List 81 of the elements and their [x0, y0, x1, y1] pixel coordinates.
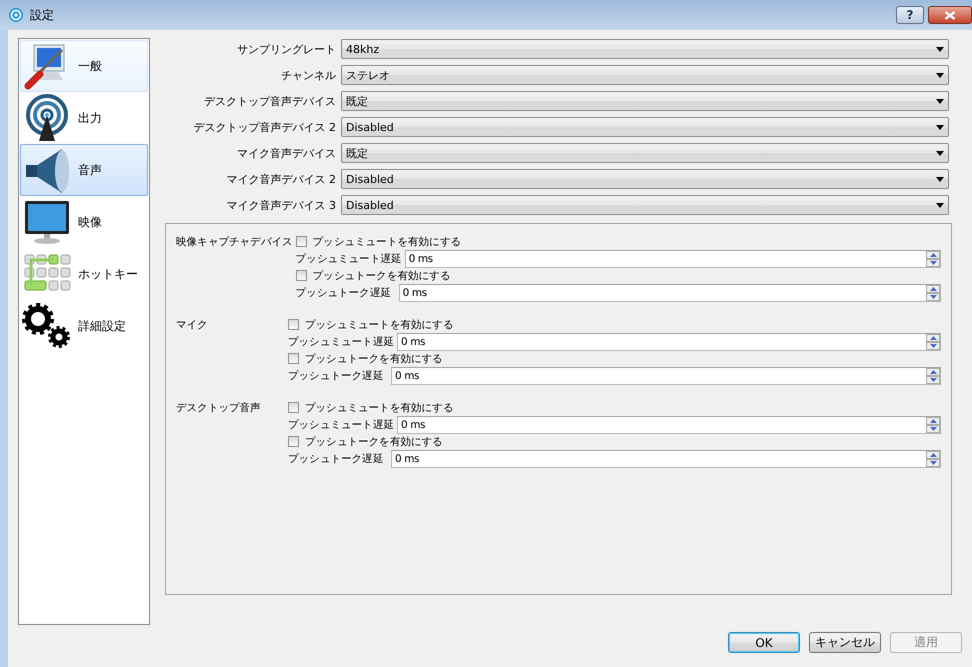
down-arrow-icon: [930, 378, 936, 382]
spin-field[interactable]: 0 ms: [398, 284, 941, 302]
section-label: マイク: [176, 318, 209, 333]
checkbox[interactable]: [288, 436, 299, 447]
field-label: デスクトップ音声デバイス: [203, 94, 336, 108]
spin-up-button[interactable]: [926, 416, 940, 424]
field-label: プッシュミュート遅延: [288, 418, 396, 432]
close-button[interactable]: [928, 6, 972, 24]
checkbox-label: プッシュトークを有効にする: [305, 352, 443, 366]
section-label: 映像キャプチャデバイス: [176, 235, 294, 250]
down-arrow-icon: [930, 294, 936, 298]
spin-field[interactable]: 0 ms: [391, 366, 941, 384]
spin-up-button[interactable]: [926, 250, 940, 258]
checkbox[interactable]: [288, 319, 299, 330]
sidebar-item[interactable]: 一般: [20, 40, 148, 92]
window-title: 設定: [30, 6, 55, 24]
caret-icon: [936, 72, 944, 78]
close-icon: [944, 10, 956, 20]
field-label: マイク音声デバイス 2: [226, 172, 336, 186]
up-arrow-icon: [930, 370, 936, 374]
dropdown[interactable]: Disabled: [341, 169, 949, 189]
caret-icon: [936, 46, 944, 52]
checkbox-label: プッシュミュートを有効にする: [305, 400, 454, 414]
up-arrow-icon: [930, 418, 936, 422]
spin-up-button[interactable]: [926, 450, 940, 458]
spin-up-button[interactable]: [926, 368, 940, 376]
dropdown[interactable]: 既定: [341, 143, 949, 163]
caret-icon: [936, 98, 944, 104]
down-arrow-icon: [930, 344, 936, 348]
field-label: デスクトップ音声デバイス 2: [192, 120, 336, 134]
spin-field[interactable]: 0 ms: [397, 332, 941, 350]
sidebar-item[interactable]: 詳細設定: [20, 300, 148, 352]
field-label: プッシュミュート遅延: [288, 334, 396, 348]
field-label: プッシュトーク遅延: [288, 368, 384, 382]
checkbox-label: プッシュミュートを有効にする: [305, 318, 454, 332]
caret-icon: [936, 150, 944, 156]
caret-icon: [936, 124, 944, 130]
gears-icon: [22, 302, 72, 350]
checkbox-label: プッシュトークを有効にする: [305, 434, 443, 448]
checkbox-label: プッシュトークを有効にする: [312, 268, 450, 282]
sidebar-item[interactable]: 映像: [20, 196, 148, 248]
checkbox[interactable]: [288, 353, 299, 364]
spin-up-button[interactable]: [926, 334, 940, 342]
help-button[interactable]: ?: [896, 6, 924, 24]
spin-field[interactable]: 0 ms: [391, 450, 941, 468]
up-arrow-icon: [930, 452, 936, 456]
sidebar-item[interactable]: ホットキー: [20, 248, 148, 300]
up-arrow-icon: [930, 252, 936, 256]
dropdown[interactable]: 既定: [341, 91, 949, 111]
field-label: プッシュトーク遅延: [288, 452, 384, 466]
dropdown[interactable]: ステレオ: [341, 65, 949, 85]
checkbox-label: プッシュミュートを有効にする: [312, 234, 462, 248]
up-arrow-icon: [930, 336, 936, 340]
field-label: プッシュミュート遅延: [296, 252, 403, 266]
sidebar-item[interactable]: 出力: [20, 92, 148, 144]
dropdown[interactable]: Disabled: [341, 195, 949, 215]
field-label: プッシュトーク遅延: [296, 286, 392, 300]
checkbox[interactable]: [288, 402, 299, 413]
down-arrow-icon: [930, 260, 936, 264]
field-label: マイク音声デバイス 3: [226, 198, 336, 212]
checkbox[interactable]: [296, 236, 307, 247]
spin-field[interactable]: 0 ms: [404, 250, 941, 268]
down-arrow-icon: [930, 426, 936, 430]
caret-icon: [936, 202, 944, 208]
spin-up-button[interactable]: [926, 284, 940, 292]
field-label: マイク音声デバイス: [236, 146, 336, 160]
sidebar-item[interactable]: 音声: [20, 144, 148, 196]
app-icon: [8, 7, 24, 23]
checkbox[interactable]: [296, 270, 307, 281]
field-label: サンプリングレート: [236, 42, 336, 56]
monitor-icon: [22, 198, 72, 246]
dropdown[interactable]: Disabled: [341, 117, 949, 137]
dialog-button[interactable]: キャンセル: [809, 632, 881, 653]
section-label: デスクトップ音声: [176, 401, 262, 416]
spin-field[interactable]: 0 ms: [397, 416, 941, 434]
field-label: チャンネル: [280, 68, 336, 82]
down-arrow-icon: [930, 460, 936, 464]
caret-icon: [936, 176, 944, 182]
dropdown[interactable]: 48khz: [341, 39, 949, 59]
dialog-button[interactable]: OK: [728, 632, 800, 653]
up-arrow-icon: [930, 286, 936, 290]
